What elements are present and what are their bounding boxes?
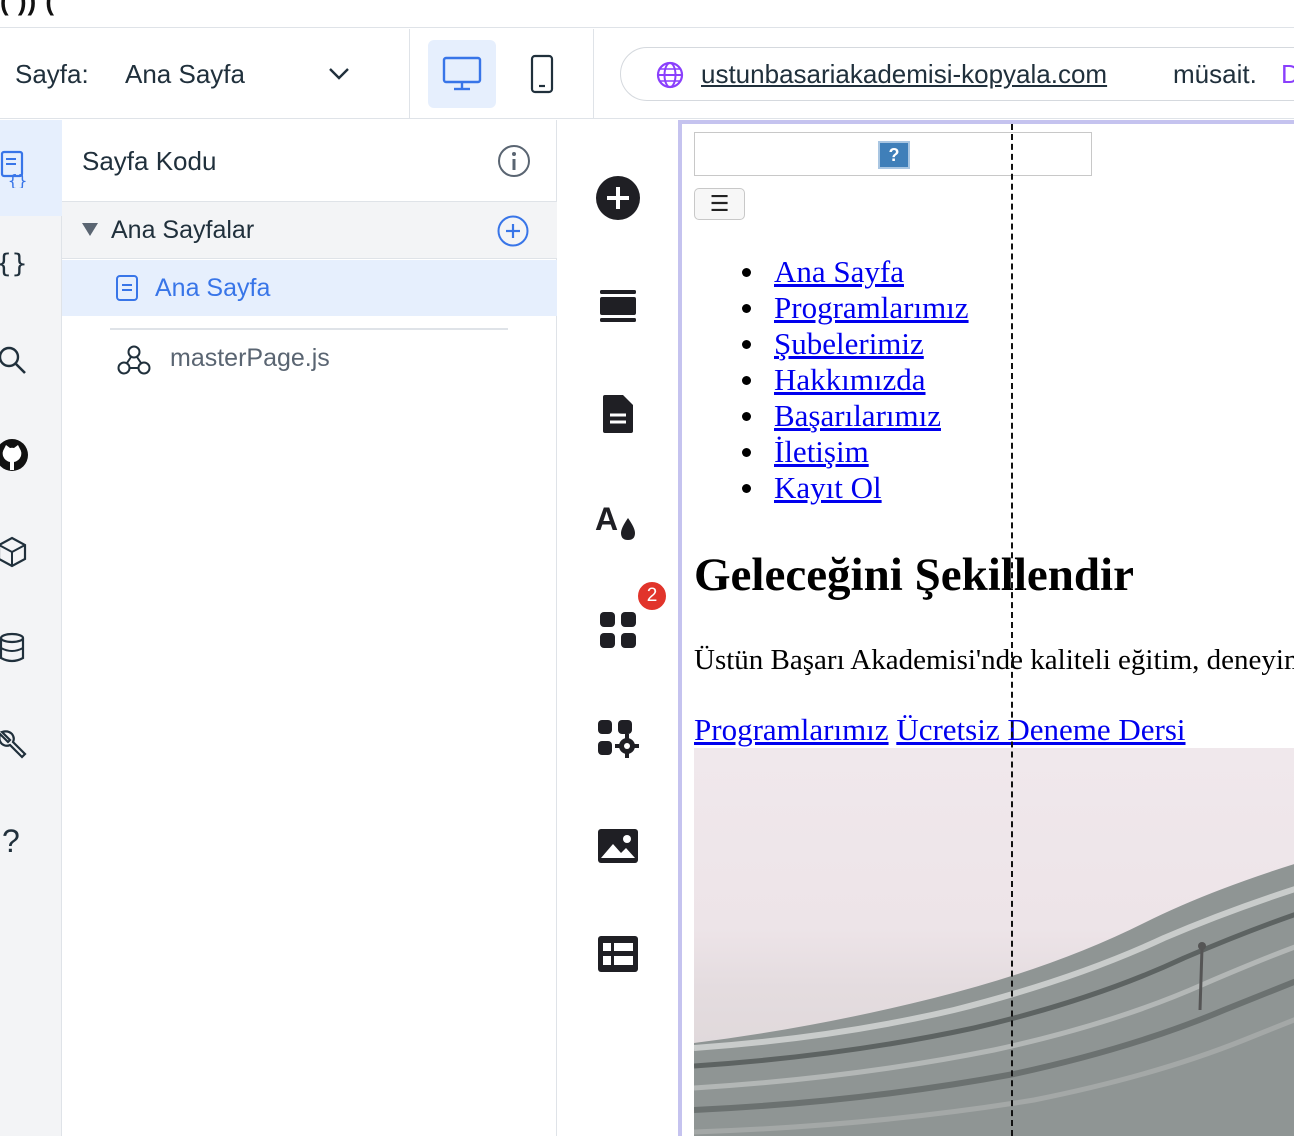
rail-databases[interactable] [0, 600, 62, 696]
file-item-ana-sayfa[interactable]: Ana Sayfa [62, 260, 557, 316]
wrench-icon [0, 730, 27, 759]
rail-packages[interactable] [0, 504, 62, 600]
file-label: Ana Sayfa [155, 274, 271, 302]
editor-toolbar: Sayfa: Ana Sayfa ustunbasariakademisi-ko… [0, 29, 1294, 119]
business-apps-button[interactable] [594, 714, 642, 762]
hero-title: Geleceğini Şekillendir [694, 549, 1134, 601]
add-section-button[interactable] [594, 282, 642, 330]
page-icon [603, 395, 633, 433]
theme-icon: A [595, 501, 635, 540]
file-item-masterpage[interactable]: masterPage.js [62, 334, 557, 386]
add-elements-bar: A [558, 120, 678, 1136]
hero-text: Üstün Başarı Akademisi'nde kaliteli eğit… [694, 644, 1294, 676]
cms-button[interactable] [594, 930, 642, 978]
nav-item: Kayıt Ol [694, 470, 969, 506]
nav-link-ana-sayfa[interactable]: Ana Sayfa [774, 254, 904, 289]
page-code-icon: {} [0, 150, 27, 188]
apps-settings-icon [598, 720, 639, 758]
page-file-icon [116, 275, 138, 301]
github-icon [0, 439, 28, 471]
broken-image-icon: ? [878, 141, 910, 169]
nav-link-basarilarimiz[interactable]: Başarılarımız [774, 398, 941, 433]
toolbar-divider [593, 29, 594, 119]
svg-text:A: A [595, 501, 618, 537]
rail-search[interactable] [0, 312, 62, 408]
domain-name[interactable]: ustunbasariakademisi-kopyala.com [701, 59, 1107, 90]
title-bar-text: ( )) ( [0, 0, 56, 16]
title-bar: ( )) ( [0, 0, 1294, 28]
free-trial-link[interactable]: Ücretsiz Deneme Dersi [896, 712, 1185, 747]
panel-title: Sayfa Kodu [82, 146, 217, 176]
svg-text:{}: {} [8, 171, 27, 188]
info-icon[interactable] [496, 143, 532, 179]
media-button[interactable] [594, 822, 642, 870]
page-selector[interactable]: Sayfa: Ana Sayfa [0, 29, 410, 119]
nav-item: Ana Sayfa [694, 254, 969, 290]
master-page-icon [117, 345, 151, 375]
add-page-icon[interactable] [496, 214, 530, 248]
mobile-icon [530, 54, 554, 94]
search-icon [0, 346, 26, 374]
domain-extra[interactable]: D [1281, 59, 1294, 90]
package-icon [0, 536, 27, 568]
header-image-placeholder[interactable]: ? [694, 132, 1092, 176]
mobile-view-button[interactable] [508, 40, 576, 108]
nav-link-subelerimiz[interactable]: Şubelerimiz [774, 326, 924, 361]
desktop-icon [442, 56, 482, 91]
nav-item: Başarılarımız [694, 398, 969, 434]
divider [110, 328, 508, 330]
apps-icon [600, 612, 636, 648]
section-label: Ana Sayfalar [111, 216, 255, 244]
nav-item: Şubelerimiz [694, 326, 969, 362]
hero-photo-graphic [694, 864, 1294, 1136]
add-icon [596, 176, 640, 220]
page-selector-label: Sayfa: [15, 59, 89, 89]
section-main-pages[interactable]: Ana Sayfalar [62, 201, 557, 259]
rail-help[interactable]: ? [0, 792, 62, 888]
code-files-panel: Sayfa Kodu Ana Sayfalar Ana Sayfa master… [62, 120, 557, 1136]
programs-link[interactable]: Programlarımız [694, 712, 889, 747]
sections-icon [600, 290, 636, 322]
svg-text:{}: {} [0, 249, 27, 279]
icon-rail: {} {} ? [0, 120, 62, 1136]
desktop-view-button[interactable] [428, 40, 496, 108]
hero-links: Programlarımız Ücretsiz Deneme Dersi [694, 712, 1186, 748]
database-icon [0, 632, 25, 663]
editor-canvas[interactable]: ? ☰ Ana Sayfa Programlarımız Şubelerimiz… [678, 120, 1294, 1136]
table-icon [598, 936, 638, 972]
file-label: masterPage.js [170, 344, 330, 372]
rail-public-code[interactable]: {} [0, 216, 62, 312]
caret-down-icon[interactable] [82, 223, 98, 236]
site-nav: Ana Sayfa Programlarımız Şubelerimiz Hak… [694, 254, 969, 506]
nav-item: İletişim [694, 434, 969, 470]
domain-status: müsait. [1173, 59, 1257, 89]
rail-page-code[interactable]: {} [0, 120, 62, 216]
rail-github[interactable] [0, 408, 62, 504]
nav-link-programlarimiz[interactable]: Programlarımız [774, 290, 969, 325]
hamburger-menu-button[interactable]: ☰ [694, 188, 745, 220]
apps-button[interactable] [594, 606, 642, 654]
layout-guide-line [1011, 124, 1013, 1136]
braces-icon: {} [0, 249, 27, 279]
svg-text:?: ? [2, 823, 20, 859]
nav-link-iletisim[interactable]: İletişim [774, 434, 869, 469]
image-icon [598, 829, 638, 863]
nav-item: Programlarımız [694, 290, 969, 326]
globe-icon [656, 61, 684, 89]
page-selector-value[interactable]: Ana Sayfa [125, 59, 245, 90]
nav-link-kayit-ol[interactable]: Kayıt Ol [774, 470, 882, 505]
help-icon: ? [2, 823, 20, 859]
add-button[interactable] [594, 174, 642, 222]
chevron-down-icon[interactable] [326, 63, 352, 83]
nav-link-hakkimizda[interactable]: Hakkımızda [774, 362, 926, 397]
site-design-button[interactable]: A [594, 498, 642, 546]
hero-photo[interactable] [694, 748, 1294, 1136]
nav-item: Hakkımızda [694, 362, 969, 398]
pages-button[interactable] [594, 390, 642, 438]
notification-badge: 2 [636, 580, 668, 612]
rail-developer-tools[interactable] [0, 696, 62, 792]
domain-bar[interactable]: ustunbasariakademisi-kopyala.com müsait.… [620, 47, 1294, 101]
